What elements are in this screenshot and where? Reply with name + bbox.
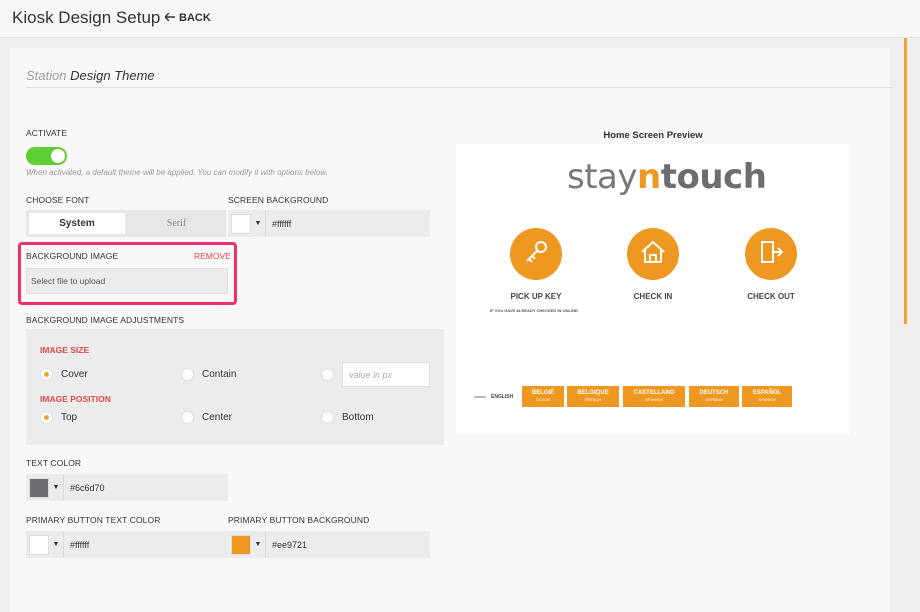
font-option-serif[interactable]: Serif <box>130 213 223 234</box>
choose-font-label: CHOOSE FONT <box>26 195 90 205</box>
radio-top[interactable]: Top <box>40 411 77 424</box>
language-button-german[interactable]: DEUTSCH GERMAN <box>689 386 739 407</box>
text-color-label: TEXT COLOR <box>26 458 82 468</box>
color-swatch[interactable] <box>29 534 49 555</box>
arrow-left-icon <box>164 12 175 24</box>
current-language-label: ENGLISH <box>491 394 514 400</box>
text-color-picker[interactable]: ▼ #6c6d70 <box>26 474 228 501</box>
primary-button-bg-picker[interactable]: ▼ #ee9721 <box>228 531 430 558</box>
pick-up-key-label: PICK UP KEY <box>510 292 562 301</box>
activate-toggle[interactable] <box>26 147 67 165</box>
radio-dot <box>40 411 53 424</box>
section-title: Design Theme <box>70 68 155 83</box>
exit-door-icon <box>758 239 784 270</box>
language-name: DEUTSCH <box>699 390 729 396</box>
flag-icon <box>474 396 486 398</box>
language-sub: SPANISH <box>645 397 663 402</box>
radio-contain[interactable]: Contain <box>181 368 236 381</box>
image-size-label: IMAGE SIZE <box>40 345 90 355</box>
primary-button-text-picker[interactable]: ▼ #ffffff <box>26 531 228 558</box>
screen-background-label: SCREEN BACKGROUND <box>228 195 329 205</box>
back-button[interactable]: BACK <box>164 12 211 24</box>
logo-part: touch <box>660 157 767 197</box>
activate-label: ACTIVATE <box>26 128 68 138</box>
language-sub: FRENCH <box>584 397 602 402</box>
radio-center[interactable]: Center <box>181 411 232 424</box>
pick-up-key-button[interactable] <box>510 228 562 280</box>
screen-background-value[interactable]: #ffffff <box>265 210 430 237</box>
check-out-label: CHECK OUT <box>747 292 795 301</box>
primary-button-bg-value[interactable]: #ee9721 <box>265 531 430 558</box>
check-in-button[interactable] <box>627 228 679 280</box>
caret-down-icon[interactable]: ▼ <box>251 220 265 227</box>
key-icon <box>523 239 549 270</box>
font-selector: System Serif <box>26 210 226 237</box>
color-swatch[interactable] <box>231 534 251 555</box>
language-name: BELGIQUE <box>577 390 609 396</box>
radio-cover[interactable]: Cover <box>40 368 88 381</box>
primary-button-text-label: PRIMARY BUTTON TEXT COLOR <box>26 515 161 525</box>
color-swatch[interactable] <box>231 213 251 234</box>
color-swatch[interactable] <box>29 477 49 498</box>
pickup-note: IF YOU HAVE ALREADY CHECKED IN ONLINE. <box>490 308 579 313</box>
caret-down-icon[interactable]: ▼ <box>49 484 63 491</box>
file-upload-input[interactable]: Select file to upload <box>26 268 228 294</box>
preview-title: Home Screen Preview <box>603 130 703 141</box>
radio-center-label: Center <box>202 412 233 423</box>
section-heading: Station Design Theme <box>26 68 155 83</box>
language-sub: GERMAN <box>705 397 723 402</box>
logo-part: n <box>637 157 661 197</box>
language-name: CASTELLANO <box>633 390 675 396</box>
primary-button-text-value[interactable]: #ffffff <box>63 531 228 558</box>
language-button-french[interactable]: BELGIQUE FRENCH <box>567 386 619 407</box>
font-option-system[interactable]: System <box>29 213 125 234</box>
top-bar: Kiosk Design Setup BACK <box>0 0 920 38</box>
section-prefix: Station <box>26 68 67 83</box>
stayntouch-logo: stayntouch <box>567 157 767 197</box>
language-button-castellano[interactable]: CASTELLANO SPANISH <box>623 386 685 407</box>
home-icon <box>640 240 666 269</box>
radio-dot <box>321 411 334 424</box>
language-name: BELGIË <box>531 390 555 396</box>
radio-custom-size[interactable] <box>321 368 334 381</box>
page-title: Kiosk Design Setup <box>12 8 161 27</box>
check-out-button[interactable] <box>745 228 797 280</box>
radio-contain-label: Contain <box>202 369 237 380</box>
language-sub: SPANISH <box>758 397 776 402</box>
radio-dot <box>181 368 194 381</box>
radio-dot <box>40 368 53 381</box>
language-button-spanish[interactable]: ESPAÑOL SPANISH <box>742 386 792 407</box>
radio-cover-label: Cover <box>61 369 88 380</box>
remove-button[interactable]: REMOVE <box>194 251 231 261</box>
logo-part: stay <box>567 157 638 197</box>
size-px-input[interactable]: value in px <box>342 362 430 387</box>
radio-top-label: Top <box>61 412 78 423</box>
language-button-dutch[interactable]: BELGIË DUTCH <box>522 386 564 407</box>
background-image-label: BACKGROUND IMAGE <box>26 251 119 261</box>
radio-dot <box>321 368 334 381</box>
text-color-value[interactable]: #6c6d70 <box>63 474 228 501</box>
radio-bottom-label: Bottom <box>342 412 374 423</box>
scrollbar[interactable] <box>904 38 907 324</box>
caret-down-icon[interactable]: ▼ <box>49 541 63 548</box>
language-name: ESPAÑOL <box>752 390 782 396</box>
primary-button-bg-label: PRIMARY BUTTON BACKGROUND <box>228 515 370 525</box>
radio-dot <box>181 411 194 424</box>
check-in-label: CHECK IN <box>633 292 673 301</box>
divider <box>26 87 892 88</box>
toggle-knob <box>51 149 65 163</box>
language-sub: DUTCH <box>536 397 550 402</box>
back-label: BACK <box>179 12 211 24</box>
adjustments-label: BACKGROUND IMAGE ADJUSTMENTS <box>26 315 185 325</box>
image-position-label: IMAGE POSITION <box>40 394 111 404</box>
caret-down-icon[interactable]: ▼ <box>251 541 265 548</box>
radio-bottom[interactable]: Bottom <box>321 411 374 424</box>
activate-hint: When activated, a default theme will be … <box>26 168 328 177</box>
screen-background-picker[interactable]: ▼ #ffffff <box>228 210 430 237</box>
